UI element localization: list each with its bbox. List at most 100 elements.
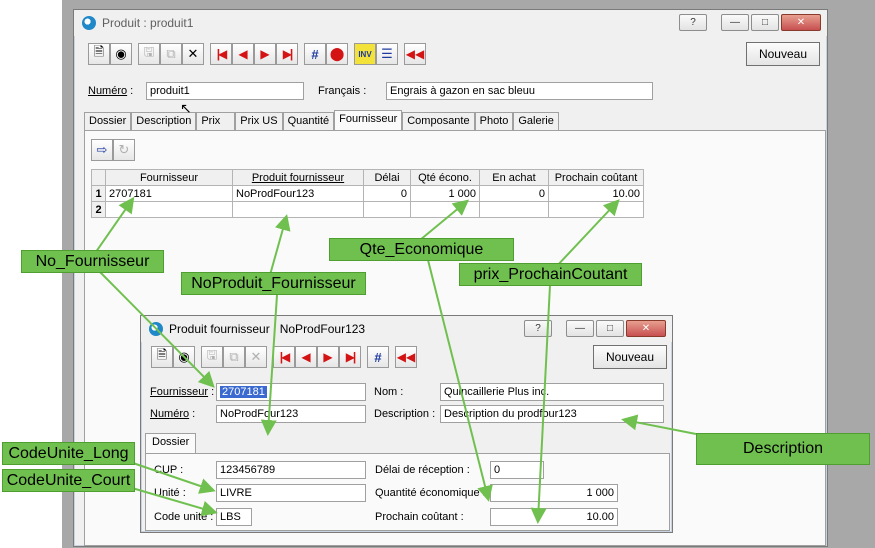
inventory-icon[interactable]: INV [354,43,376,65]
first-record-icon[interactable]: |◀ [273,346,295,368]
search-binoculars-icon[interactable]: ◉ [173,346,195,368]
next-record-icon[interactable]: ▶ [317,346,339,368]
maximize-button[interactable]: □ [596,320,624,337]
column-header-fournisseur[interactable]: Fournisseur [105,169,233,186]
main-window-title: Produit : produit1 [102,16,194,30]
column-header-en-achat[interactable]: En achat [479,169,549,186]
cell-qte-econo[interactable] [410,201,480,218]
renumber-icon[interactable]: # [304,43,326,65]
callout-prix-prochain: prix_ProchainCoutant [459,263,642,286]
last-record-icon[interactable]: ▶| [339,346,361,368]
main-titlebar: Produit : produit1 ? — □ ✕ [74,10,827,36]
delai-reception-field[interactable]: 0 [490,461,544,479]
tab-prix-us[interactable]: Prix US [235,112,283,130]
cell-fournisseur[interactable] [105,201,233,218]
produit-fournisseur-window: Produit fournisseur : NoProdFour123 ? — … [140,315,673,533]
unite-field[interactable]: LIVRE [216,484,366,502]
cell-prochain-coutant[interactable]: 10.00 [548,185,644,202]
prochain-coutant-label: Prochain coûtant : [375,511,464,523]
delete-icon[interactable]: ✕ [245,346,267,368]
sub-tabs: Dossier [145,433,197,453]
stop-icon[interactable]: ⬤ [326,43,348,65]
minimize-button[interactable]: — [566,320,594,337]
cell-delai[interactable]: 0 [363,185,411,202]
close-record-icon[interactable]: ◀◀ [404,43,426,65]
cell-en-achat[interactable]: 0 [479,185,549,202]
cell-en-achat[interactable] [479,201,549,218]
prochain-coutant-field[interactable]: 10.00 [490,508,618,526]
new-document-icon[interactable]: 🗎 [151,346,173,368]
maximize-button[interactable]: □ [751,14,779,31]
previous-record-icon[interactable]: ◀ [232,43,254,65]
cell-produit-fournisseur[interactable] [232,201,364,218]
callout-noproduit-fournisseur: NoProduit_Fournisseur [181,272,366,295]
next-record-icon[interactable]: ▶ [254,43,276,65]
callout-no-fournisseur: No_Fournisseur [21,250,164,273]
close-record-icon[interactable]: ◀◀ [395,346,417,368]
tab-fournisseur[interactable]: Fournisseur [334,110,403,130]
tab-dossier[interactable]: Dossier [84,112,132,130]
mouse-pointer-icon: ↖ [180,100,192,116]
francais-field[interactable]: Engrais à gazon en sac bleuu [386,82,653,100]
minimize-button[interactable]: — [721,14,749,31]
francais-label: Français : [318,85,367,97]
column-header-delai[interactable]: Délai [363,169,411,186]
callout-code-unite-court: CodeUnite_Court [2,469,135,492]
fournisseur-field[interactable]: 2707181 [216,383,366,401]
callout-qte-economique: Qte_Economique [329,238,514,261]
tab-composante[interactable]: Composante [402,112,475,130]
tab-quantite[interactable]: Quantité [282,112,335,130]
close-button[interactable]: ✕ [626,320,666,337]
save-icon[interactable]: 🖫 [201,346,223,368]
main-toolbar: 🗎 ◉ 🖫 ⧉ ✕ |◀ ◀ ▶ ▶| # ⬤ INV ☰ ◀◀ [88,43,426,65]
copy-icon[interactable]: ⧉ [160,43,182,65]
help-button[interactable]: ? [679,14,707,31]
app-logo-icon [149,322,163,336]
close-button[interactable]: ✕ [781,14,821,31]
sub-titlebar: Produit fournisseur : NoProdFour123 ? — … [141,316,672,342]
tab-dossier[interactable]: Dossier [145,433,197,453]
save-icon[interactable]: 🖫 [138,43,160,65]
delete-icon[interactable]: ✕ [182,43,204,65]
cup-field[interactable]: 123456789 [216,461,366,479]
previous-record-icon[interactable]: ◀ [295,346,317,368]
column-header-qte-econo[interactable]: Qté écono. [410,169,480,186]
list-icon[interactable]: ☰ [376,43,398,65]
unite-label: Unité : [154,487,186,499]
new-document-icon[interactable]: 🗎 [88,43,110,65]
help-button[interactable]: ? [524,320,552,337]
insert-row-icon[interactable]: ⇨ [91,139,113,161]
table-row[interactable]: 2 [91,201,644,218]
description-field[interactable]: Description du prodfour123 [440,405,664,423]
nouveau-button[interactable]: Nouveau [746,42,820,66]
renumber-icon[interactable]: # [367,346,389,368]
table-row[interactable]: 1 2707181 NoProdFour123 0 1 000 0 10.00 [91,185,644,202]
cell-prochain-coutant[interactable] [548,201,644,218]
code-unite-field[interactable]: LBS [216,508,252,526]
column-header-produit-fournisseur[interactable]: Produit fournisseur [232,169,364,186]
numero-field[interactable]: produit1 [146,82,304,100]
copy-icon[interactable]: ⧉ [223,346,245,368]
cell-fournisseur[interactable]: 2707181 [105,185,233,202]
last-record-icon[interactable]: ▶| [276,43,298,65]
dossier-tab-panel: CUP : 123456789 Délai de réception : 0 U… [145,453,670,531]
nom-field[interactable]: Quincaillerie Plus inc. [440,383,664,401]
quantite-economique-field[interactable]: 1 000 [490,484,618,502]
cell-produit-fournisseur[interactable]: NoProdFour123 [232,185,364,202]
tab-prix[interactable]: Prix [196,112,236,130]
cell-qte-econo[interactable]: 1 000 [410,185,480,202]
numero-label: Numéro : [88,85,134,97]
fournisseur-label: Fournisseur : [150,386,215,398]
callout-description: Description [696,433,870,465]
tab-galerie[interactable]: Galerie [513,112,559,130]
cup-label: CUP : [154,464,184,476]
search-binoculars-icon[interactable]: ◉ [110,43,132,65]
sub-window-title: Produit fournisseur : NoProdFour123 [169,322,366,336]
refresh-icon[interactable]: ↻ [113,139,135,161]
cell-delai[interactable] [363,201,411,218]
numero-field[interactable]: NoProdFour123 [216,405,366,423]
first-record-icon[interactable]: |◀ [210,43,232,65]
nouveau-button[interactable]: Nouveau [593,345,667,369]
column-header-prochain-coutant[interactable]: Prochain coûtant [548,169,644,186]
tab-photo[interactable]: Photo [474,112,514,130]
